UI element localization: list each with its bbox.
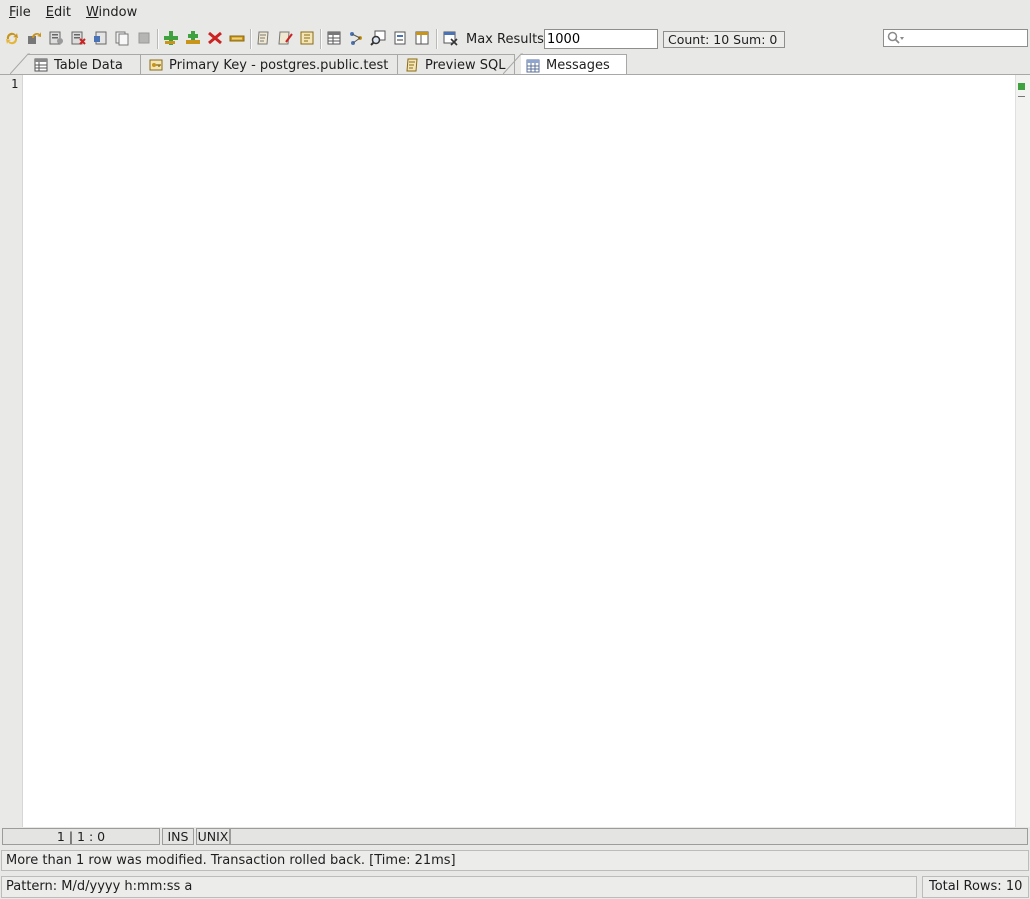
- menu-file-label: ile: [15, 5, 31, 20]
- message-editor[interactable]: 1: [0, 74, 1030, 827]
- tab-messages[interactable]: Messages: [521, 54, 627, 76]
- form-view-icon[interactable]: [391, 29, 409, 47]
- key-icon: [149, 58, 163, 72]
- editor-status-bar: 1 | 1 : 0 INS UNIX: [2, 828, 1028, 845]
- delete-row-icon[interactable]: [206, 29, 224, 47]
- tab-strip: Table Data Primary Key - postgres.public…: [0, 53, 1030, 76]
- tab-table-data[interactable]: Table Data: [28, 54, 141, 75]
- menu-edit-label: dit: [54, 5, 71, 20]
- menu-bar: File Edit Window: [0, 0, 1030, 25]
- search-icon: [887, 31, 905, 49]
- add-row-icon[interactable]: [162, 29, 180, 47]
- tab-edge: [503, 53, 523, 75]
- insert-mode: INS: [162, 828, 194, 845]
- copy-icon[interactable]: [113, 29, 131, 47]
- refresh-icon[interactable]: [3, 29, 21, 47]
- status-ok-marker: [1018, 83, 1025, 90]
- tab-label: Preview SQL: [425, 57, 506, 73]
- delete-filter-icon[interactable]: [69, 29, 87, 47]
- editor-status-filler: [230, 828, 1028, 845]
- app-window: File Edit Window Max Results: 1000 Count…: [0, 0, 1030, 899]
- toolbar-separator: [250, 29, 252, 49]
- tab-edge: [10, 53, 30, 75]
- export-icon[interactable]: [91, 29, 109, 47]
- find-in-table-icon[interactable]: [369, 29, 387, 47]
- tree-view-icon[interactable]: [347, 29, 365, 47]
- editor-overview-ruler[interactable]: [1015, 75, 1030, 827]
- script-icon[interactable]: [254, 29, 272, 47]
- menu-edit-mnemonic: E: [45, 5, 54, 20]
- script-run-icon[interactable]: [298, 29, 316, 47]
- max-results-label: Max Results:: [466, 32, 549, 47]
- grid-icon: [526, 59, 540, 73]
- menu-edit[interactable]: Edit: [40, 0, 77, 25]
- menu-window[interactable]: Window: [80, 0, 143, 25]
- line-number-gutter: 1: [0, 75, 23, 827]
- max-results-input[interactable]: [544, 29, 658, 49]
- duplicate-row-icon[interactable]: [184, 29, 202, 47]
- script-edit-icon[interactable]: [276, 29, 294, 47]
- table-icon: [34, 58, 48, 72]
- menu-file[interactable]: File: [3, 0, 37, 25]
- menu-window-mnemonic: W: [85, 5, 99, 20]
- count-sum-display: Count: 10 Sum: 0: [663, 31, 785, 48]
- tab-label: Table Data: [54, 57, 123, 73]
- tab-label: Primary Key - postgres.public.test: [169, 57, 389, 73]
- tab-preview-sql[interactable]: Preview SQL: [398, 54, 515, 75]
- search-input[interactable]: [883, 29, 1028, 47]
- toolbar-separator: [320, 29, 322, 49]
- sql-script-icon: [405, 58, 419, 72]
- toolbar-separator: [157, 29, 159, 49]
- menu-window-label: indow: [98, 5, 138, 20]
- line-ending: UNIX: [196, 828, 230, 845]
- result-message: More than 1 row was modified. Transactio…: [1, 850, 1029, 871]
- stop-icon[interactable]: [135, 29, 153, 47]
- truncate-icon[interactable]: [228, 29, 246, 47]
- total-rows: Total Rows: 10: [922, 876, 1029, 898]
- table-view-icon[interactable]: [325, 29, 343, 47]
- close-results-icon[interactable]: [441, 29, 459, 47]
- line-number: 1: [11, 77, 19, 91]
- toolbar: Max Results:: [0, 26, 1030, 52]
- tab-label: Messages: [546, 58, 610, 73]
- refresh-all-icon[interactable]: [25, 29, 43, 47]
- caret-position: 1 | 1 : 0: [2, 828, 160, 845]
- filter-rows-icon[interactable]: [47, 29, 65, 47]
- date-pattern: Pattern: M/d/yyyy h:mm:ss a: [1, 876, 917, 898]
- tab-primary-key[interactable]: Primary Key - postgres.public.test: [141, 54, 398, 75]
- toolbar-separator: [436, 29, 438, 49]
- layout-icon[interactable]: [413, 29, 431, 47]
- caret-marker: [1018, 96, 1025, 99]
